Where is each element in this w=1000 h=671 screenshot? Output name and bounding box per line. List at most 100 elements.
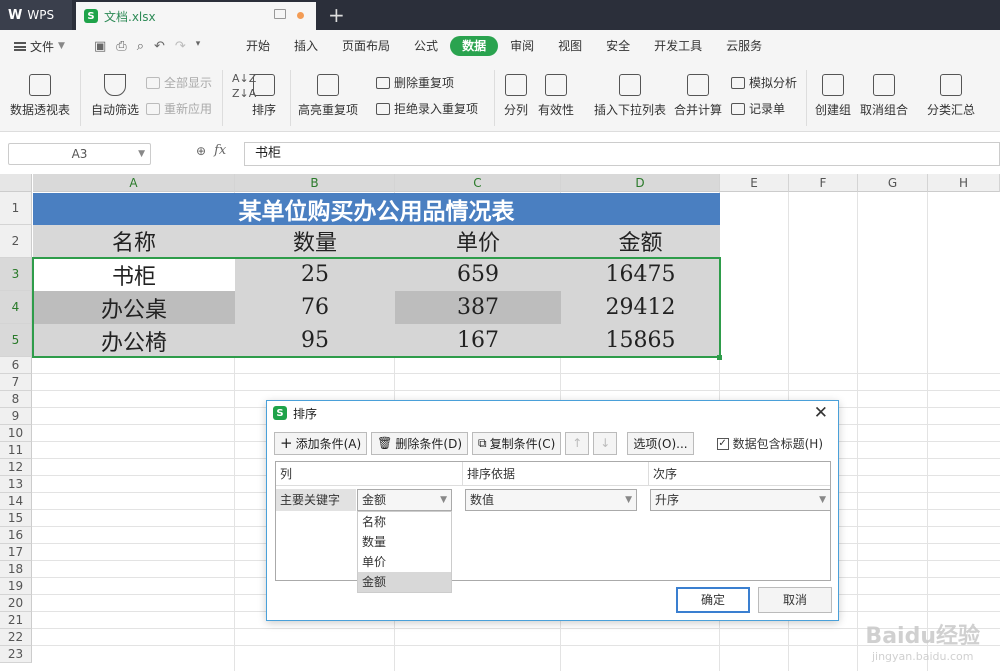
undo-icon[interactable]: ↶ — [154, 39, 165, 54]
validity-button[interactable]: 有效性 — [538, 74, 574, 118]
row-header[interactable]: 9 — [0, 408, 32, 425]
dialog-title-bar[interactable]: S 排序 — [267, 401, 838, 425]
remove-duplicates-button[interactable]: 删除重复项 — [376, 74, 454, 91]
copy-condition-button[interactable]: ⧉ 复制条件(C) — [472, 431, 562, 455]
row-header[interactable]: 8 — [0, 391, 32, 408]
ok-button[interactable]: 确定 — [676, 587, 750, 613]
tab-start[interactable]: 开始 — [234, 36, 282, 56]
document-tab[interactable]: S 文档.xlsx — [76, 2, 316, 30]
column-header-g[interactable]: G — [858, 174, 928, 192]
row-header[interactable]: 12 — [0, 459, 32, 476]
row-header[interactable]: 20 — [0, 595, 32, 612]
has-header-checkbox[interactable]: ✓ 数据包含标题(H) — [716, 435, 823, 452]
dropdown-option[interactable]: 名称 — [358, 512, 451, 532]
redo-icon[interactable]: ↷ — [175, 39, 186, 54]
row-header[interactable]: 1 — [0, 192, 32, 225]
dropdown-option[interactable]: 数量 — [358, 532, 451, 552]
column-header-c[interactable]: C — [395, 174, 561, 192]
primary-key-select[interactable]: 金额 ▼ — [357, 489, 452, 511]
header-quantity[interactable]: 数量 — [235, 225, 395, 258]
consolidate-button[interactable]: 合并计算 — [674, 74, 722, 118]
table-cell[interactable]: 659 — [395, 258, 561, 291]
header-name[interactable]: 名称 — [33, 225, 235, 258]
row-header[interactable]: 18 — [0, 561, 32, 578]
cancel-button[interactable]: 取消 — [758, 587, 832, 613]
row-header[interactable]: 6 — [0, 357, 32, 374]
sort-order-select[interactable]: 升序 ▼ — [650, 489, 831, 511]
row-header[interactable]: 10 — [0, 425, 32, 442]
row-header[interactable]: 15 — [0, 510, 32, 527]
simulate-button[interactable]: 模拟分析 — [731, 74, 797, 91]
record-form-button[interactable]: 记录单 — [731, 100, 785, 117]
table-cell[interactable]: 办公椅 — [33, 324, 235, 357]
row-header[interactable]: 3 — [0, 258, 32, 291]
name-box[interactable]: A3 ▼ — [8, 143, 151, 165]
print-icon[interactable]: ⎙ — [116, 39, 126, 54]
tab-page-layout[interactable]: 页面布局 — [330, 36, 402, 56]
new-tab-button[interactable]: + — [328, 2, 345, 28]
row-header[interactable]: 5 — [0, 324, 32, 357]
table-cell[interactable]: 16475 — [561, 258, 720, 291]
table-cell[interactable]: 29412 — [561, 291, 720, 324]
table-cell[interactable]: 76 — [235, 291, 395, 324]
tab-data[interactable]: 数据 — [450, 36, 499, 56]
insert-dropdown-button[interactable]: 插入下拉列表 — [594, 74, 666, 118]
formula-input[interactable]: 书柜 — [244, 142, 1000, 166]
row-header[interactable]: 11 — [0, 442, 32, 459]
column-header-b[interactable]: B — [235, 174, 395, 192]
fx-icon[interactable]: fx — [214, 143, 226, 158]
row-header[interactable]: 17 — [0, 544, 32, 561]
wps-home-tab[interactable]: W WPS — [0, 0, 72, 30]
tab-insert[interactable]: 插入 — [282, 36, 330, 56]
zoom-icon[interactable]: ⊕ — [196, 144, 206, 158]
table-title[interactable]: 某单位购买办公用品情况表 — [33, 193, 720, 225]
column-header-f[interactable]: F — [789, 174, 858, 192]
options-button[interactable]: 选项(O)... — [627, 431, 694, 455]
autofilter-button[interactable]: 自动筛选 — [91, 74, 139, 118]
subtotal-button[interactable]: 分类汇总 — [927, 74, 975, 118]
file-menu[interactable]: 文件 ▼ — [0, 38, 84, 55]
row-header[interactable]: 13 — [0, 476, 32, 493]
ungroup-button[interactable]: 取消组合 — [860, 74, 908, 118]
column-header-a[interactable]: A — [33, 174, 235, 192]
fill-handle[interactable] — [717, 355, 722, 360]
sort-basis-select[interactable]: 数值 ▼ — [465, 489, 637, 511]
tab-formula[interactable]: 公式 — [402, 36, 450, 56]
delete-condition-button[interactable]: 🗑 删除条件(D) — [371, 431, 468, 455]
reject-duplicates-button[interactable]: 拒绝录入重复项 — [376, 100, 478, 117]
row-header[interactable]: 2 — [0, 225, 32, 258]
tab-cloud[interactable]: 云服务 — [714, 36, 774, 56]
header-amount[interactable]: 金额 — [561, 225, 720, 258]
dropdown-option[interactable]: 单价 — [358, 552, 451, 572]
column-header-d[interactable]: D — [561, 174, 720, 192]
move-down-button[interactable]: ↓ — [593, 431, 618, 455]
tab-review[interactable]: 审阅 — [498, 36, 546, 56]
header-unit-price[interactable]: 单价 — [395, 225, 561, 258]
pivot-table-button[interactable]: 数据透视表 — [10, 74, 70, 118]
row-header[interactable]: 14 — [0, 493, 32, 510]
monitor-icon[interactable] — [274, 9, 286, 19]
table-cell[interactable]: 书柜 — [33, 258, 235, 291]
select-all-corner[interactable] — [0, 174, 32, 192]
customize-icon[interactable]: ▾ — [196, 39, 201, 54]
row-header[interactable]: 4 — [0, 291, 32, 324]
row-header[interactable]: 23 — [0, 646, 32, 663]
row-header[interactable]: 7 — [0, 374, 32, 391]
table-cell[interactable]: 167 — [395, 324, 561, 357]
save-icon[interactable]: ▣ — [94, 39, 106, 54]
table-cell[interactable]: 387 — [395, 291, 561, 324]
move-up-button[interactable]: ↑ — [565, 431, 590, 455]
column-header-h[interactable]: H — [928, 174, 1000, 192]
split-column-button[interactable]: 分列 — [504, 74, 528, 118]
tab-view[interactable]: 视图 — [546, 36, 594, 56]
row-header[interactable]: 19 — [0, 578, 32, 595]
sort-main-button[interactable]: 排序 — [252, 74, 276, 118]
tab-security[interactable]: 安全 — [594, 36, 642, 56]
row-header[interactable]: 21 — [0, 612, 32, 629]
add-condition-button[interactable]: + 添加条件(A) — [274, 431, 368, 455]
tab-developer[interactable]: 开发工具 — [642, 36, 714, 56]
table-cell[interactable]: 95 — [235, 324, 395, 357]
row-header[interactable]: 16 — [0, 527, 32, 544]
create-group-button[interactable]: 创建组 — [815, 74, 851, 118]
print-preview-icon[interactable]: ⌕ — [137, 39, 144, 54]
